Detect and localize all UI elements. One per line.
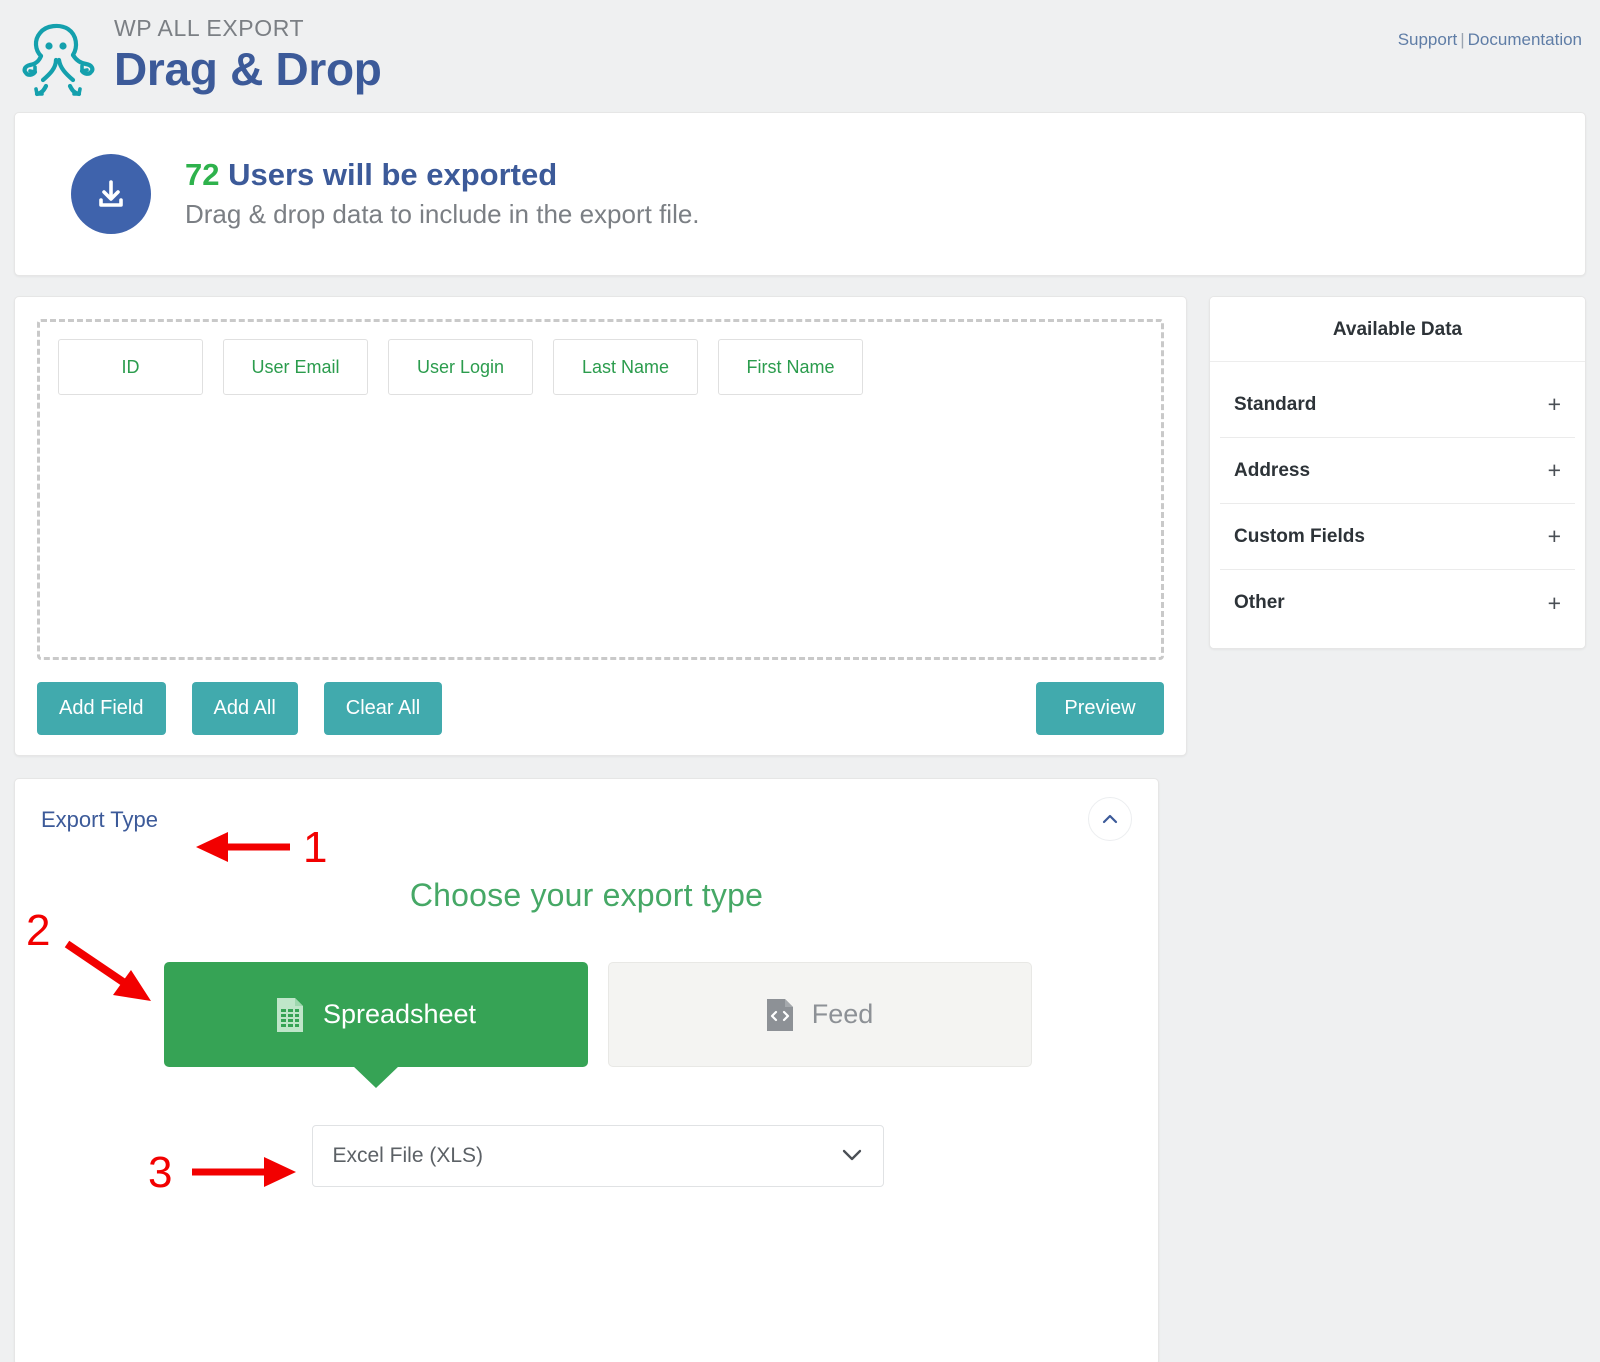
add-all-button[interactable]: Add All bbox=[192, 682, 298, 735]
builder-button-row: Add Field Add All Clear All Preview bbox=[37, 682, 1164, 735]
page-root: WP ALL EXPORT Drag & Drop Support|Docume… bbox=[0, 0, 1600, 1362]
add-field-button[interactable]: Add Field bbox=[37, 682, 166, 735]
brand-subtitle: WP ALL EXPORT bbox=[114, 16, 382, 41]
file-format-value: Excel File (XLS) bbox=[333, 1144, 484, 1168]
spreadsheet-icon bbox=[275, 997, 305, 1033]
field-chip-label: User Email bbox=[251, 357, 339, 378]
preview-button[interactable]: Preview bbox=[1036, 682, 1164, 735]
available-data-panel: Available Data Standard + Address + Cust… bbox=[1209, 296, 1586, 649]
available-item-label: Custom Fields bbox=[1234, 526, 1365, 548]
field-chip-label: Last Name bbox=[582, 357, 669, 378]
builder-row: ID User Email User Login Last Name First… bbox=[14, 296, 1586, 756]
export-count: 72 bbox=[185, 157, 219, 192]
available-data-item-other[interactable]: Other + bbox=[1220, 570, 1575, 636]
export-summary-card: 72 Users will be exported Drag & drop da… bbox=[14, 112, 1586, 276]
feed-option-label: Feed bbox=[812, 999, 874, 1030]
file-format-row: Excel File (XLS) bbox=[41, 1125, 1132, 1187]
available-data-item-standard[interactable]: Standard + bbox=[1220, 372, 1575, 438]
available-item-label: Other bbox=[1234, 592, 1285, 614]
plus-icon[interactable]: + bbox=[1548, 525, 1561, 548]
summary-text: 72 Users will be exported Drag & drop da… bbox=[185, 156, 700, 232]
selected-indicator-triangle bbox=[352, 1065, 400, 1088]
field-chip-label: First Name bbox=[746, 357, 834, 378]
links-separator: | bbox=[1460, 30, 1464, 49]
field-chip-label: User Login bbox=[417, 357, 504, 378]
header-links: Support|Documentation bbox=[1398, 30, 1582, 50]
feed-option-button[interactable]: Feed bbox=[608, 962, 1032, 1067]
export-count-headline: 72 Users will be exported bbox=[185, 156, 700, 195]
chevron-down-icon[interactable] bbox=[841, 1145, 863, 1168]
available-data-title: Available Data bbox=[1210, 297, 1585, 362]
export-type-section-label[interactable]: Export Type bbox=[41, 807, 158, 833]
choose-export-type-heading: Choose your export type bbox=[41, 877, 1132, 914]
plus-icon[interactable]: + bbox=[1548, 459, 1561, 482]
export-type-card: Export Type Choose your export type bbox=[14, 778, 1159, 1362]
documentation-link[interactable]: Documentation bbox=[1468, 30, 1582, 49]
export-count-suffix: Users will be exported bbox=[219, 157, 557, 192]
available-item-label: Standard bbox=[1234, 394, 1316, 416]
spreadsheet-option-button[interactable]: Spreadsheet bbox=[164, 962, 588, 1067]
summary-subtitle: Drag & drop data to include in the expor… bbox=[185, 197, 700, 232]
field-chip[interactable]: User Login bbox=[388, 339, 533, 395]
field-chip[interactable]: ID bbox=[58, 339, 203, 395]
field-chip[interactable]: Last Name bbox=[553, 339, 698, 395]
plus-icon[interactable]: + bbox=[1548, 393, 1561, 416]
field-dropzone[interactable]: ID User Email User Login Last Name First… bbox=[37, 319, 1164, 660]
support-link[interactable]: Support bbox=[1398, 30, 1458, 49]
available-data-item-address[interactable]: Address + bbox=[1220, 438, 1575, 504]
export-type-options: Spreadsheet Feed bbox=[41, 962, 1132, 1067]
chevron-up-icon[interactable] bbox=[1088, 797, 1132, 841]
header-title-block: WP ALL EXPORT Drag & Drop bbox=[114, 16, 382, 96]
available-item-label: Address bbox=[1234, 460, 1310, 482]
download-icon bbox=[71, 154, 151, 234]
field-builder-card: ID User Email User Login Last Name First… bbox=[14, 296, 1187, 756]
field-chip[interactable]: User Email bbox=[223, 339, 368, 395]
available-data-list: Standard + Address + Custom Fields + Oth… bbox=[1210, 362, 1585, 648]
field-chip-label: ID bbox=[122, 357, 140, 378]
code-file-icon bbox=[766, 998, 794, 1032]
plus-icon[interactable]: + bbox=[1548, 592, 1561, 615]
available-data-item-custom-fields[interactable]: Custom Fields + bbox=[1220, 504, 1575, 570]
file-format-select[interactable]: Excel File (XLS) bbox=[312, 1125, 884, 1187]
field-chip[interactable]: First Name bbox=[718, 339, 863, 395]
clear-all-button[interactable]: Clear All bbox=[324, 682, 442, 735]
page-header: WP ALL EXPORT Drag & Drop Support|Docume… bbox=[14, 0, 1586, 112]
spreadsheet-option-label: Spreadsheet bbox=[323, 999, 476, 1030]
octopus-logo-icon bbox=[14, 12, 106, 104]
page-title: Drag & Drop bbox=[114, 43, 382, 96]
